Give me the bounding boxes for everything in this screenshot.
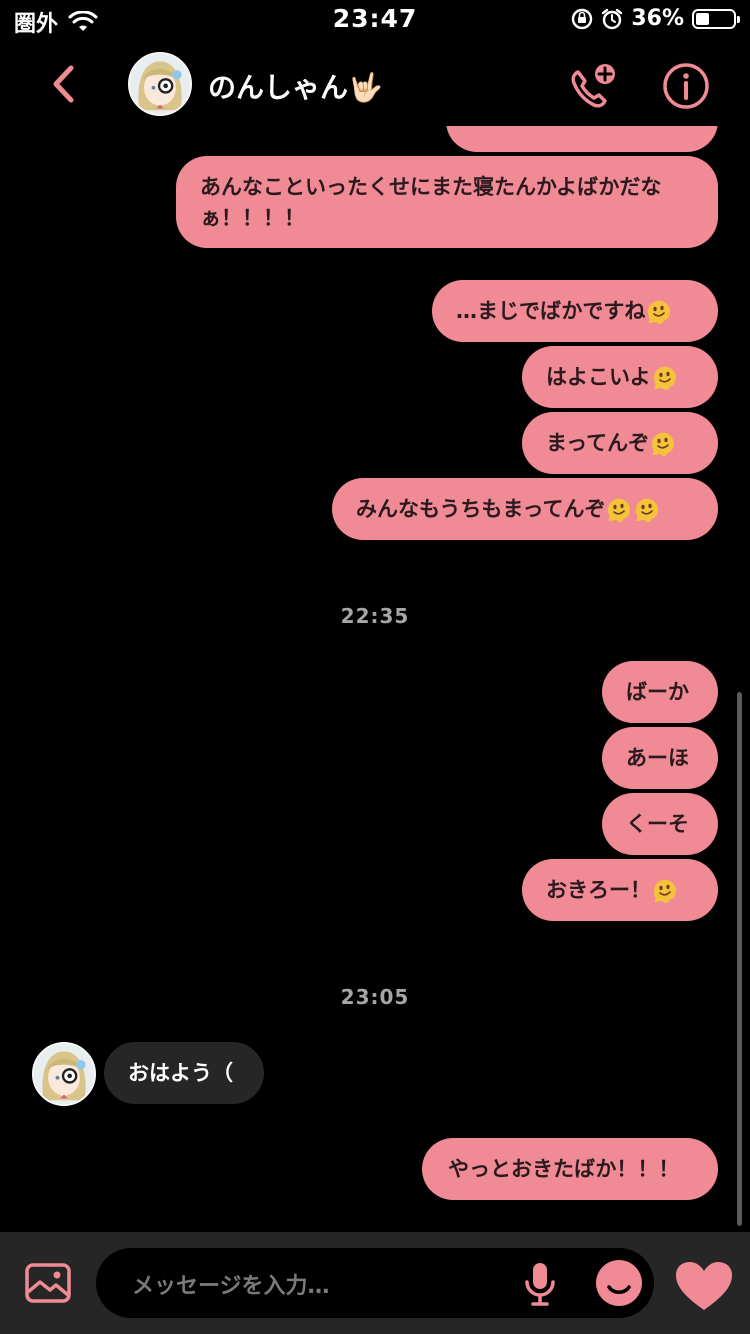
avatar-illustration xyxy=(130,54,190,114)
avatar-illustration xyxy=(34,1044,94,1104)
heart-icon[interactable] xyxy=(674,1260,734,1312)
message-bubble[interactable]: ばーか xyxy=(602,661,718,723)
message-bubble[interactable]: はよこいよ xyxy=(522,346,718,408)
contact-avatar[interactable] xyxy=(128,52,192,116)
message-text: まってんぞ xyxy=(546,431,650,455)
message-text: おきろー！ xyxy=(546,878,651,902)
scrollbar[interactable] xyxy=(737,692,742,1226)
timestamp-separator: 23:05 xyxy=(340,985,410,1009)
microphone-icon[interactable] xyxy=(520,1260,560,1308)
info-icon[interactable] xyxy=(662,62,710,110)
melting-face-emoji xyxy=(645,298,673,326)
message-bubble[interactable]: あーほ xyxy=(602,727,718,789)
message-text: くーそ xyxy=(626,812,689,836)
melting-face-emoji xyxy=(633,496,661,524)
battery-percent: 36% xyxy=(631,6,684,31)
message-bubble[interactable]: まってんぞ xyxy=(522,412,718,474)
message-text: あんなこといったくせにまた寝たんかよばかだなぁ！！！！ xyxy=(200,175,662,230)
message-text: おはよう（ xyxy=(128,1061,233,1085)
status-bar: 圏外 23:47 36% xyxy=(0,0,750,40)
battery-icon xyxy=(692,8,740,29)
message-input[interactable]: メッセージを入力… xyxy=(96,1248,654,1318)
melting-face-emoji xyxy=(605,496,633,524)
melting-face-emoji xyxy=(651,877,679,905)
message-text: …まじでばかですね xyxy=(456,299,646,323)
orientation-lock-icon xyxy=(572,8,593,29)
back-icon[interactable] xyxy=(44,62,84,106)
emoji-icon[interactable] xyxy=(594,1258,644,1308)
message-text: はよこいよ xyxy=(546,365,651,389)
chat-header: のんしゃん🤟🏻 xyxy=(0,44,750,126)
message-bubble[interactable]: …まじでばかですね xyxy=(432,280,718,342)
message-bubble[interactable]: やっとおきたばか！！！ xyxy=(422,1138,718,1200)
message-text: ばーか xyxy=(626,680,689,704)
composer-bar: メッセージを入力… xyxy=(0,1232,750,1334)
message-text: あーほ xyxy=(626,746,689,770)
gallery-icon[interactable] xyxy=(24,1262,72,1304)
message-bubble-received[interactable]: おはよう（ xyxy=(104,1042,264,1104)
timestamp-separator: 22:35 xyxy=(340,604,410,628)
message-text: やっとおきたばか！！！ xyxy=(448,1157,680,1181)
video-call-icon[interactable] xyxy=(568,62,618,112)
sender-avatar[interactable] xyxy=(32,1042,96,1106)
contact-name[interactable]: のんしゃん🤟🏻 xyxy=(208,66,383,106)
message-bubble[interactable]: くーそ xyxy=(602,793,718,855)
melting-face-emoji xyxy=(649,430,677,458)
message-bubble[interactable]: あんなこといったくせにまた寝たんかよばかだなぁ！！！！ xyxy=(176,156,718,248)
message-list[interactable]: あんなこといったくせにまた寝たんかよばかだなぁ！！！！ …まじでばかですね はよ… xyxy=(0,126,750,1232)
message-bubble[interactable]: みんなもうちもまってんぞ xyxy=(332,478,718,540)
message-text: みんなもうちもまってんぞ xyxy=(356,497,606,521)
alarm-icon xyxy=(602,8,623,29)
melting-face-emoji xyxy=(651,364,679,392)
input-placeholder: メッセージを入力… xyxy=(132,1274,330,1299)
message-bubble[interactable]: おきろー！ xyxy=(522,859,718,921)
message-bubble-partial[interactable] xyxy=(446,126,718,152)
